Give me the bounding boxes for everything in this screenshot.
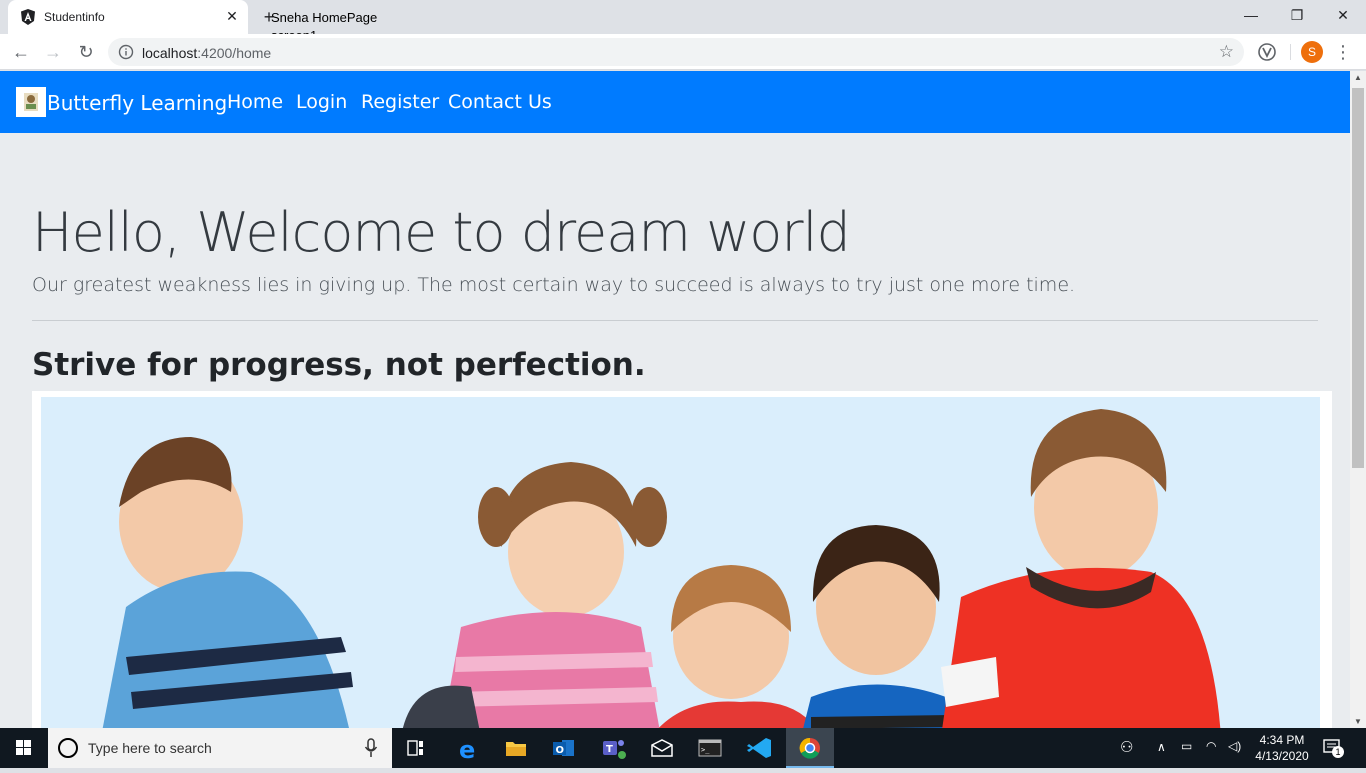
- clock[interactable]: 4:34 PM 4/13/2020: [1252, 732, 1312, 764]
- nav-link-register[interactable]: Register: [361, 91, 439, 113]
- forward-icon[interactable]: →: [40, 39, 66, 65]
- scroll-down-icon[interactable]: ▼: [1354, 717, 1362, 726]
- start-button[interactable]: [0, 728, 48, 768]
- terminal-icon[interactable]: >_: [686, 728, 734, 768]
- restore-icon[interactable]: ❐: [1274, 4, 1320, 26]
- svg-text:O: O: [556, 745, 565, 756]
- file-explorer-icon[interactable]: [492, 728, 540, 768]
- clock-time: 4:34 PM: [1259, 733, 1305, 747]
- people-icon[interactable]: ⚇: [1120, 738, 1133, 756]
- angular-icon: [21, 9, 35, 25]
- children-photo: [41, 397, 1320, 728]
- scroll-up-icon[interactable]: ▲: [1354, 73, 1362, 82]
- overlay-line-1: Sneha HomePage: [271, 10, 378, 25]
- minimize-icon[interactable]: —: [1228, 4, 1274, 26]
- search-placeholder: Type here to search: [88, 740, 212, 756]
- svg-text:T: T: [606, 744, 613, 755]
- url-text[interactable]: localhost:4200/home: [142, 45, 271, 61]
- profile-avatar[interactable]: S: [1301, 41, 1323, 63]
- windows-taskbar: Type here to search e O T >_ ⚇ ∧ ▭ ◠ ◁) …: [0, 728, 1366, 768]
- page-viewport: Butterfly Learning Home Login Register C…: [0, 71, 1350, 728]
- nav-link-home[interactable]: Home: [227, 91, 283, 113]
- children-illustration: [102, 409, 1221, 728]
- site-navbar: Butterfly Learning Home Login Register C…: [0, 71, 1350, 133]
- tab-title: Studentinfo: [44, 10, 105, 24]
- logo-emblem-icon: [24, 93, 38, 111]
- scroll-thumb[interactable]: [1352, 88, 1364, 468]
- battery-icon[interactable]: ▭: [1181, 739, 1192, 753]
- chrome-icon[interactable]: [786, 728, 834, 768]
- microphone-icon[interactable]: [364, 738, 378, 758]
- browser-toolbar: ← → ↻ localhost:4200/home ☆ S ⋮: [0, 34, 1366, 70]
- volume-icon[interactable]: ◁): [1228, 739, 1241, 753]
- tab-close-icon[interactable]: ✕: [222, 6, 242, 26]
- browser-tab[interactable]: Studentinfo ✕: [8, 0, 248, 34]
- hero-subheading: Strive for progress, not perfection.: [32, 347, 646, 383]
- window-close-icon[interactable]: ✕: [1320, 4, 1366, 26]
- edge-icon[interactable]: e: [444, 728, 492, 768]
- brand-name[interactable]: Butterfly Learning: [47, 91, 227, 115]
- address-bar[interactable]: localhost:4200/home ☆: [108, 38, 1244, 66]
- url-path: :4200/home: [197, 45, 272, 61]
- divider: [32, 320, 1318, 321]
- svg-text:>_: >_: [701, 746, 710, 754]
- cortana-icon: [58, 738, 78, 758]
- vimeo-extension-icon[interactable]: [1257, 42, 1277, 62]
- nav-link-login[interactable]: Login: [296, 91, 347, 113]
- mail-icon[interactable]: [638, 728, 686, 768]
- teams-icon[interactable]: T: [590, 728, 638, 768]
- reload-icon[interactable]: ↻: [73, 39, 99, 65]
- bookmark-star-icon[interactable]: ☆: [1219, 42, 1234, 62]
- url-host: localhost: [142, 45, 198, 61]
- nav-link-contact[interactable]: Contact Us: [448, 91, 552, 113]
- vscode-icon[interactable]: [736, 728, 784, 768]
- hero-title: Hello, Welcome to dream world: [32, 201, 851, 264]
- notification-badge: 1: [1332, 746, 1344, 758]
- back-icon[interactable]: ←: [8, 39, 34, 65]
- site-info-icon[interactable]: [118, 44, 134, 60]
- svg-text:e: e: [459, 736, 475, 764]
- windows-logo-icon: [16, 740, 31, 755]
- brand-logo[interactable]: [16, 87, 46, 117]
- toolbar-separator: [1290, 44, 1291, 60]
- taskbar-search[interactable]: Type here to search: [48, 728, 392, 768]
- wifi-icon[interactable]: ◠: [1206, 739, 1216, 753]
- outlook-icon[interactable]: O: [540, 728, 588, 768]
- hero-lead: Our greatest weakness lies in giving up.…: [32, 274, 1076, 296]
- task-view-icon[interactable]: [392, 728, 440, 768]
- clock-date: 4/13/2020: [1255, 749, 1309, 763]
- image-frame: [32, 391, 1332, 728]
- action-center-icon[interactable]: 1: [1322, 738, 1344, 758]
- menu-icon[interactable]: ⋮: [1334, 40, 1352, 64]
- browser-tabstrip: Studentinfo ✕ + Sneha HomePage screen1 —…: [0, 0, 1366, 43]
- page-scrollbar[interactable]: ▲ ▼: [1350, 71, 1366, 728]
- tray-chevron-icon[interactable]: ∧: [1157, 740, 1166, 754]
